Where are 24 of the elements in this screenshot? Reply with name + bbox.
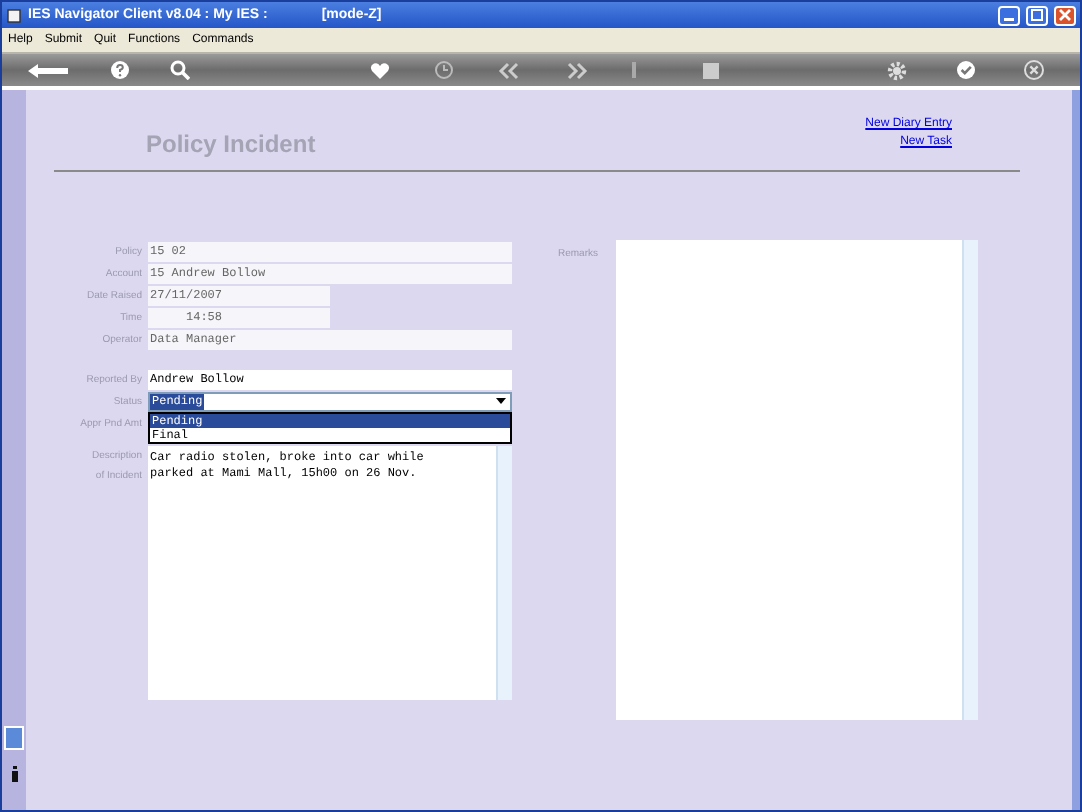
rewind-icon[interactable] bbox=[498, 61, 520, 79]
bar-icon[interactable] bbox=[630, 60, 638, 80]
info-icon[interactable] bbox=[9, 766, 19, 782]
maximize-button[interactable] bbox=[1026, 5, 1048, 25]
close-button[interactable] bbox=[1054, 5, 1076, 25]
app-icon bbox=[6, 7, 22, 23]
scrollbar[interactable] bbox=[496, 446, 512, 700]
back-arrow-icon[interactable] bbox=[26, 61, 70, 79]
clock-icon[interactable] bbox=[434, 60, 454, 80]
square-icon[interactable] bbox=[702, 61, 720, 79]
gear-icon[interactable] bbox=[886, 59, 908, 81]
fast-forward-icon[interactable] bbox=[566, 61, 588, 79]
heart-icon[interactable] bbox=[370, 61, 390, 79]
side-tab[interactable] bbox=[4, 726, 24, 750]
close-icon[interactable] bbox=[1024, 60, 1044, 80]
page-title: Policy Incident bbox=[146, 130, 316, 158]
help-icon[interactable] bbox=[110, 60, 130, 80]
scrollbar[interactable] bbox=[1072, 90, 1080, 810]
check-icon[interactable] bbox=[956, 60, 976, 80]
search-icon[interactable] bbox=[170, 60, 190, 80]
maximize-icon bbox=[1030, 8, 1044, 22]
scrollbar[interactable] bbox=[962, 240, 978, 720]
minimize-button[interactable] bbox=[998, 5, 1020, 25]
close-icon bbox=[1058, 8, 1072, 22]
